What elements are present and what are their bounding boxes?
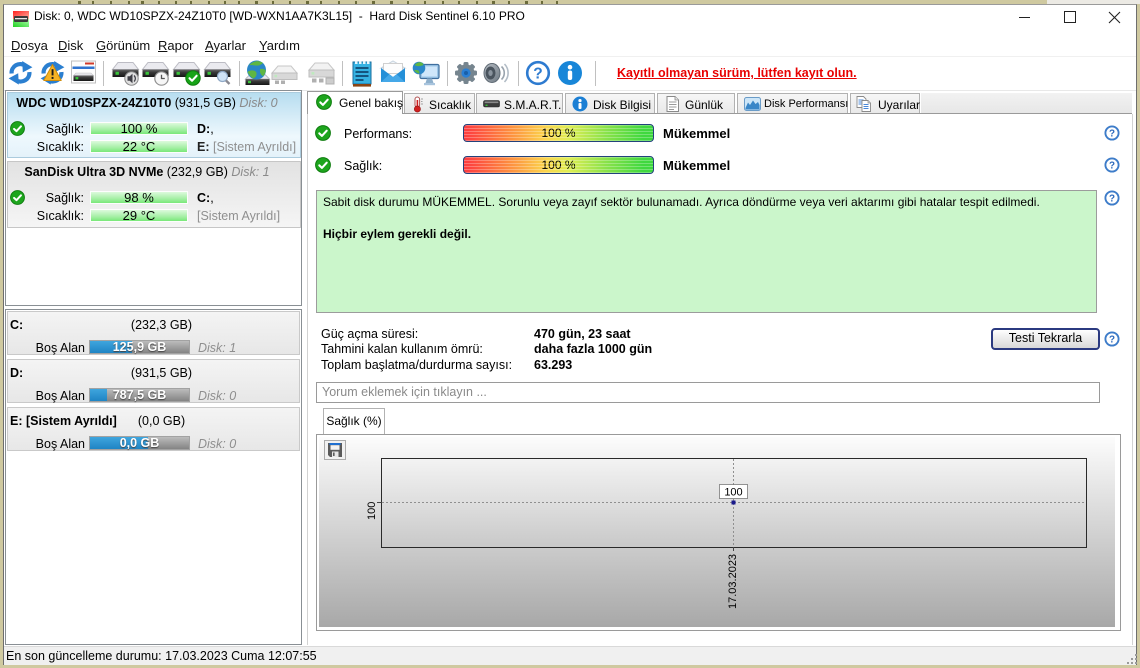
svg-text:?: ? bbox=[1109, 334, 1115, 345]
svg-text:100: 100 bbox=[724, 487, 742, 499]
svg-text:?: ? bbox=[1109, 193, 1115, 204]
svg-text:?: ? bbox=[533, 66, 542, 83]
svg-text:?: ? bbox=[1109, 128, 1115, 139]
svg-text:?: ? bbox=[1109, 160, 1115, 171]
